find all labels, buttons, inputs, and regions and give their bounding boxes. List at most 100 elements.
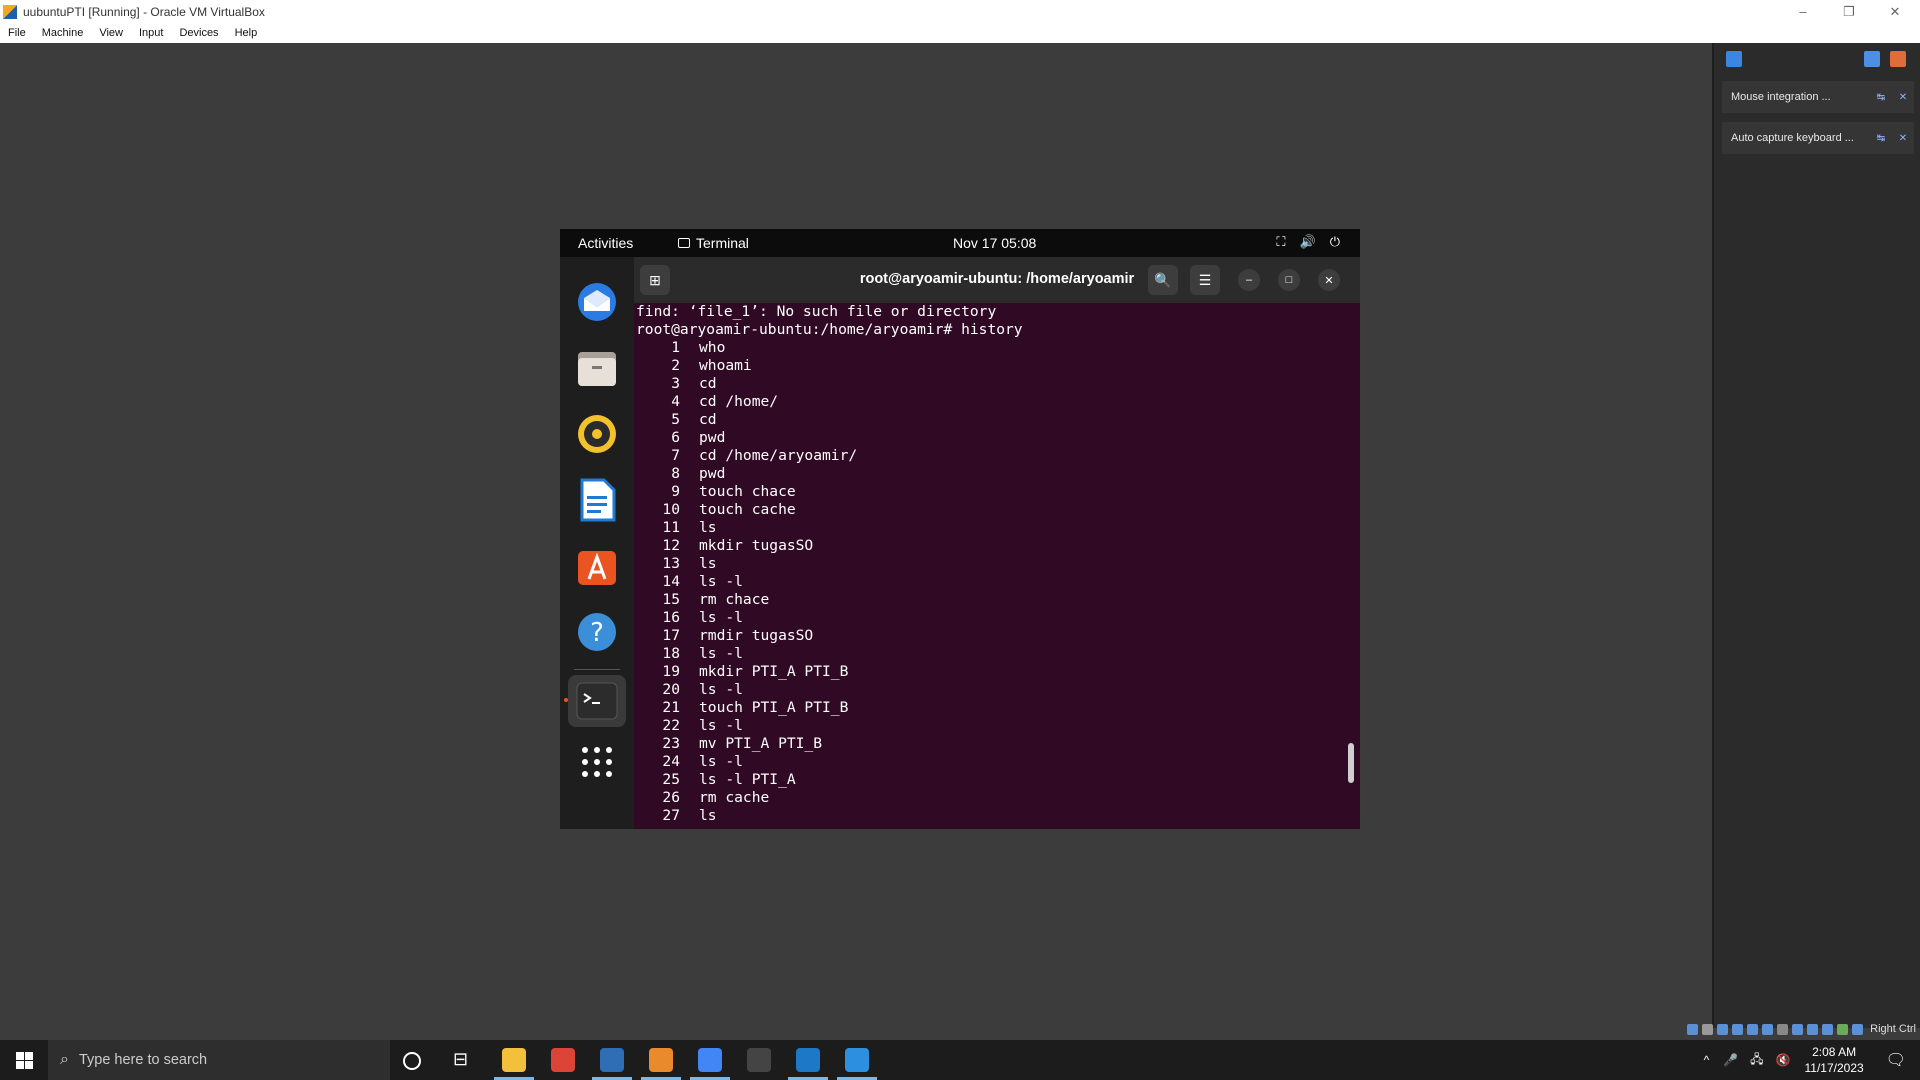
- toggle-icon[interactable]: ↹: [1870, 133, 1892, 144]
- history-row: 22 ls -l: [636, 717, 1346, 735]
- system-tray[interactable]: ⛶ 🔊 ⏻: [1276, 234, 1340, 250]
- menu-help[interactable]: Help: [227, 27, 266, 39]
- guest-screen[interactable]: Activities Terminal Nov 17 05:08 ⛶ 🔊 ⏻ ?: [560, 229, 1360, 829]
- menu-input[interactable]: Input: [131, 27, 171, 39]
- usb-icon[interactable]: [1747, 1023, 1759, 1035]
- cpu-icon[interactable]: [1807, 1023, 1819, 1035]
- history-command: ls -l: [699, 717, 743, 734]
- file-explorer-icon[interactable]: [502, 1048, 526, 1072]
- search-button[interactable]: 🔍: [1148, 265, 1178, 295]
- notification-auto-capture-keyboard[interactable]: Auto capture keyboard ... ↹ ✕: [1722, 122, 1914, 154]
- history-number: 14: [662, 573, 680, 590]
- notification-center-icon[interactable]: 🗨: [1886, 1050, 1906, 1070]
- show-hidden-icons-icon[interactable]: ^: [1704, 1053, 1710, 1067]
- history-command: rm cache: [699, 789, 770, 806]
- search-placeholder: Type here to search: [78, 1052, 208, 1068]
- terminal-icon[interactable]: [568, 675, 626, 727]
- history-row: 3 cd: [636, 375, 1346, 393]
- windows-logo-icon: [15, 1051, 33, 1069]
- terminal-headerbar: ⊞ root@aryoamir-ubuntu: /home/aryoamir 🔍…: [634, 257, 1360, 303]
- software-icon[interactable]: [574, 543, 620, 589]
- menu-view[interactable]: View: [91, 27, 131, 39]
- restore-button[interactable]: ❐: [1826, 0, 1872, 23]
- history-number: 27: [662, 807, 680, 824]
- history-row: 24 ls -l: [636, 753, 1346, 771]
- terminal-maximize-button[interactable]: □: [1278, 269, 1300, 291]
- gnome-topbar: Activities Terminal Nov 17 05:08 ⛶ 🔊 ⏻: [560, 229, 1360, 257]
- display-icon[interactable]: [1777, 1023, 1789, 1035]
- chrome-profile-icon[interactable]: [698, 1048, 722, 1072]
- cortana-icon[interactable]: [403, 1052, 421, 1070]
- network-icon[interactable]: [1732, 1023, 1744, 1035]
- search-icon: ⌕: [60, 1051, 69, 1068]
- optical-drive-icon[interactable]: [1702, 1023, 1714, 1035]
- history-number: 6: [671, 429, 680, 446]
- history-row: 8 pwd: [636, 465, 1346, 483]
- microphone-icon[interactable]: 🎤: [1723, 1053, 1738, 1067]
- terminal-scrollbar[interactable]: [1348, 743, 1354, 783]
- terminal-window[interactable]: ⊞ root@aryoamir-ubuntu: /home/aryoamir 🔍…: [634, 257, 1360, 829]
- activities-button[interactable]: Activities: [578, 235, 633, 251]
- power-icon[interactable]: ⏻: [1330, 234, 1340, 250]
- terminal-minimize-button[interactable]: –: [1238, 269, 1260, 291]
- dismiss-icon[interactable]: ✕: [1892, 133, 1914, 144]
- dismiss-icon[interactable]: ✕: [1892, 92, 1914, 103]
- clear-all-icon[interactable]: [1890, 51, 1906, 67]
- task-view-icon[interactable]: ⊟: [453, 1049, 477, 1073]
- files-icon[interactable]: [574, 345, 620, 391]
- rhythmbox-icon[interactable]: [574, 411, 620, 457]
- history-command: ls: [699, 519, 717, 536]
- hdd-icon[interactable]: [1687, 1023, 1699, 1035]
- keyboard-icon[interactable]: [1837, 1023, 1849, 1035]
- menubar: File Machine View Input Devices Help: [0, 23, 1920, 43]
- sort-icon[interactable]: [1864, 51, 1880, 67]
- audio-icon[interactable]: [1717, 1023, 1729, 1035]
- virtualbox-icon[interactable]: [600, 1048, 624, 1072]
- dock: ?: [560, 257, 634, 829]
- history-command: touch PTI_A PTI_B: [699, 699, 849, 716]
- help-icon[interactable]: ?: [574, 609, 620, 655]
- history-command: mkdir PTI_A PTI_B: [699, 663, 849, 680]
- network-status-icon[interactable]: ⛶: [1276, 234, 1285, 250]
- menu-machine[interactable]: Machine: [34, 27, 92, 39]
- photos-icon[interactable]: [845, 1048, 869, 1072]
- notification-mouse-integration[interactable]: Mouse integration ... ↹ ✕: [1722, 81, 1914, 113]
- start-button[interactable]: [0, 1040, 48, 1080]
- minimize-button[interactable]: –: [1780, 0, 1826, 23]
- taskbar-clock[interactable]: 2:08 AM 11/17/2023: [1805, 1044, 1864, 1076]
- volume-icon[interactable]: 🔊: [1300, 234, 1316, 250]
- menu-file[interactable]: File: [0, 27, 34, 39]
- history-row: 1 who: [636, 339, 1346, 357]
- menu-devices[interactable]: Devices: [171, 27, 226, 39]
- message-center-icon[interactable]: [1726, 51, 1742, 67]
- thunderbird-icon[interactable]: [574, 279, 620, 325]
- obs-icon[interactable]: [747, 1048, 771, 1072]
- mouse-icon[interactable]: [1822, 1023, 1834, 1035]
- terminal-prompt-line: root@aryoamir-ubuntu:/home/aryoamir# his…: [636, 321, 1023, 338]
- close-button[interactable]: ✕: [1872, 0, 1918, 23]
- history-number: 22: [662, 717, 680, 734]
- history-command: rmdir tugasSO: [699, 627, 814, 644]
- app-grid-icon[interactable]: [574, 739, 620, 785]
- shared-folder-icon[interactable]: [1762, 1023, 1774, 1035]
- virtualbox-vm-icon[interactable]: [796, 1048, 820, 1072]
- volume-muted-icon[interactable]: 🔇: [1776, 1053, 1791, 1067]
- topbar-clock[interactable]: Nov 17 05:08: [953, 235, 1036, 251]
- history-number: 9: [671, 483, 680, 500]
- network-tray-icon[interactable]: 🖧: [1750, 1050, 1763, 1071]
- history-command: whoami: [699, 357, 752, 374]
- chrome-icon[interactable]: [551, 1048, 575, 1072]
- recording-icon[interactable]: [1792, 1023, 1804, 1035]
- app-menu-terminal[interactable]: Terminal: [678, 235, 749, 251]
- terminal-close-button[interactable]: ✕: [1318, 269, 1340, 291]
- paint-icon[interactable]: [649, 1048, 673, 1072]
- writer-icon[interactable]: [574, 477, 620, 523]
- history-command: ls -l PTI_A: [699, 771, 796, 788]
- terminal-output[interactable]: find: ‘file_1’: No such file or director…: [636, 303, 1346, 827]
- toggle-icon[interactable]: ↹: [1870, 92, 1892, 103]
- history-number: 18: [662, 645, 680, 662]
- hamburger-menu-button[interactable]: ☰: [1190, 265, 1220, 295]
- history-command: pwd: [699, 429, 726, 446]
- taskbar-search[interactable]: ⌕ Type here to search: [48, 1040, 390, 1080]
- history-row: 18 ls -l: [636, 645, 1346, 663]
